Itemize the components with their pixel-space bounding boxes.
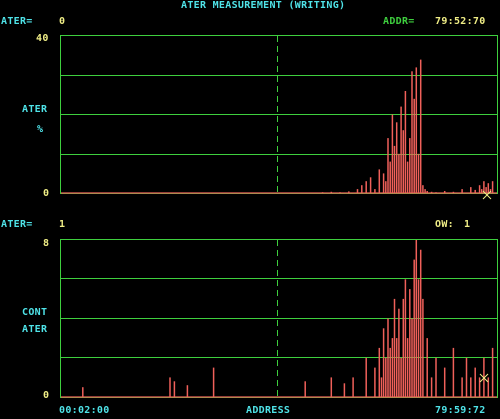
top-chart-bars	[321, 59, 494, 193]
top-chart-cursor-icon	[482, 190, 492, 200]
top-chart	[60, 35, 498, 200]
charts-canvas	[60, 35, 498, 398]
bottom-chart	[60, 239, 498, 398]
